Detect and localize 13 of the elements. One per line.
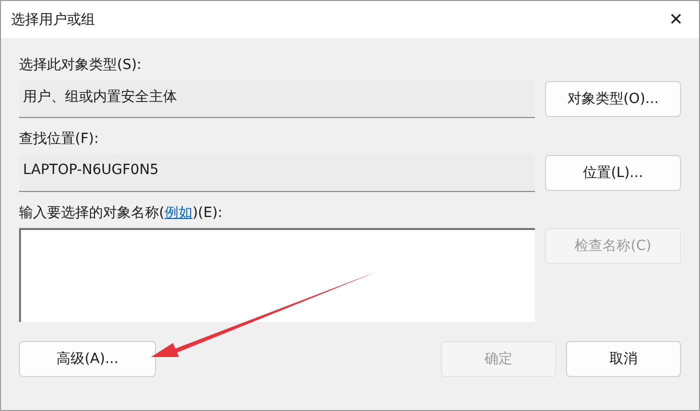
dialog-button[interactable]: 取消: [566, 341, 681, 377]
close-button[interactable]: ✕: [653, 1, 699, 38]
field-label: 输入要选择的对象名称(例如)(E):: [19, 204, 222, 222]
object-names-field[interactable]: [19, 228, 535, 322]
locations-button[interactable]: 位置(L)...: [545, 155, 681, 191]
location-field: LAPTOP-N6UGF0N5: [19, 154, 535, 192]
field-label: 查找位置(F):: [19, 130, 99, 148]
window-title: 选择用户或组: [11, 10, 95, 28]
object-types-button[interactable]: 对象类型(O)...: [545, 81, 681, 117]
dialog-button[interactable]: 高级(A)...: [19, 341, 156, 377]
field-label: 选择此对象类型(S):: [19, 56, 142, 74]
object-type-field: 用户、组或内置安全主体: [19, 80, 535, 118]
examples-link[interactable]: 例如: [164, 205, 192, 221]
